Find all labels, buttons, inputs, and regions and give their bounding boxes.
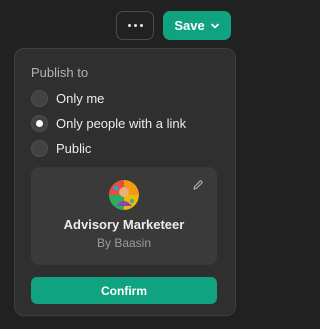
ellipsis-icon-dot (139, 24, 143, 27)
ellipsis-icon-dot (133, 24, 137, 27)
gpt-preview-card: Advisory Marketeer By Baasin (31, 167, 217, 265)
option-label: Only me (56, 90, 105, 106)
confirm-button-label: Confirm (101, 283, 147, 298)
chevron-down-icon (210, 23, 219, 28)
option-label: Public (56, 140, 92, 156)
save-button[interactable]: Save (163, 11, 231, 40)
ellipsis-icon (127, 24, 131, 27)
gpt-avatar (109, 180, 139, 210)
top-bar: Save (0, 0, 241, 50)
gpt-author: By Baasin (96, 236, 152, 250)
option-only-me[interactable]: Only me (31, 88, 104, 108)
save-button-label: Save (174, 18, 205, 33)
radio-link-only[interactable] (31, 114, 48, 132)
publish-heading: Publish to (31, 65, 89, 80)
publish-dropdown-panel: Publish to Only me Only people with a li… (14, 48, 236, 316)
radio-public[interactable] (31, 139, 48, 157)
confirm-button[interactable]: Confirm (31, 277, 217, 304)
option-link-only[interactable]: Only people with a link (31, 113, 186, 133)
radio-only-me[interactable] (31, 89, 48, 107)
option-public[interactable]: Public (31, 138, 91, 158)
gpt-name: Advisory Marketeer (63, 217, 185, 232)
more-options-button[interactable] (116, 11, 154, 40)
option-label: Only people with a link (56, 115, 187, 131)
pencil-icon[interactable] (192, 179, 204, 191)
